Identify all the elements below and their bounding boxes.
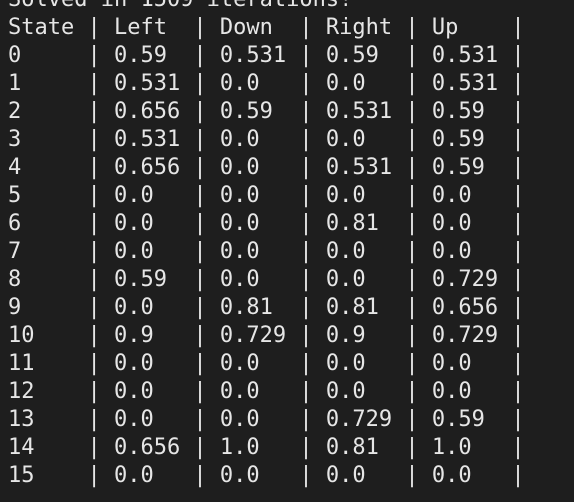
table-row: 3 | 0.531 | 0.0 | 0.0 | 0.59 | [8, 127, 525, 152]
table-row: 13 | 0.0 | 0.0 | 0.729 | 0.59 | [8, 407, 525, 432]
table-row: 0 | 0.59 | 0.531 | 0.59 | 0.531 | [8, 43, 525, 68]
table-row: 14 | 0.656 | 1.0 | 0.81 | 1.0 | [8, 435, 525, 460]
terminal-output[interactable]: Solved in 1509 iterations! State | Left … [8, 0, 574, 502]
table-row: 5 | 0.0 | 0.0 | 0.0 | 0.0 | [8, 183, 525, 208]
table-row: 6 | 0.0 | 0.0 | 0.81 | 0.0 | [8, 211, 525, 236]
table-row: 2 | 0.656 | 0.59 | 0.531 | 0.59 | [8, 99, 525, 124]
table-row: 10 | 0.9 | 0.729 | 0.9 | 0.729 | [8, 323, 525, 348]
table-row: 8 | 0.59 | 0.0 | 0.0 | 0.729 | [8, 267, 525, 292]
status-line: Solved in 1509 iterations! [8, 0, 574, 14]
table-header: State | Left | Down | Right | Up | [8, 15, 525, 40]
table-row: 7 | 0.0 | 0.0 | 0.0 | 0.0 | [8, 239, 525, 264]
table-row: 9 | 0.0 | 0.81 | 0.81 | 0.656 | [8, 295, 525, 320]
table-row: 15 | 0.0 | 0.0 | 0.0 | 0.0 | [8, 463, 525, 488]
table-row: 11 | 0.0 | 0.0 | 0.0 | 0.0 | [8, 351, 525, 376]
table-row: 1 | 0.531 | 0.0 | 0.0 | 0.531 | [8, 71, 525, 96]
table-row: 12 | 0.0 | 0.0 | 0.0 | 0.0 | [8, 379, 525, 404]
table-row: 4 | 0.656 | 0.0 | 0.531 | 0.59 | [8, 155, 525, 180]
